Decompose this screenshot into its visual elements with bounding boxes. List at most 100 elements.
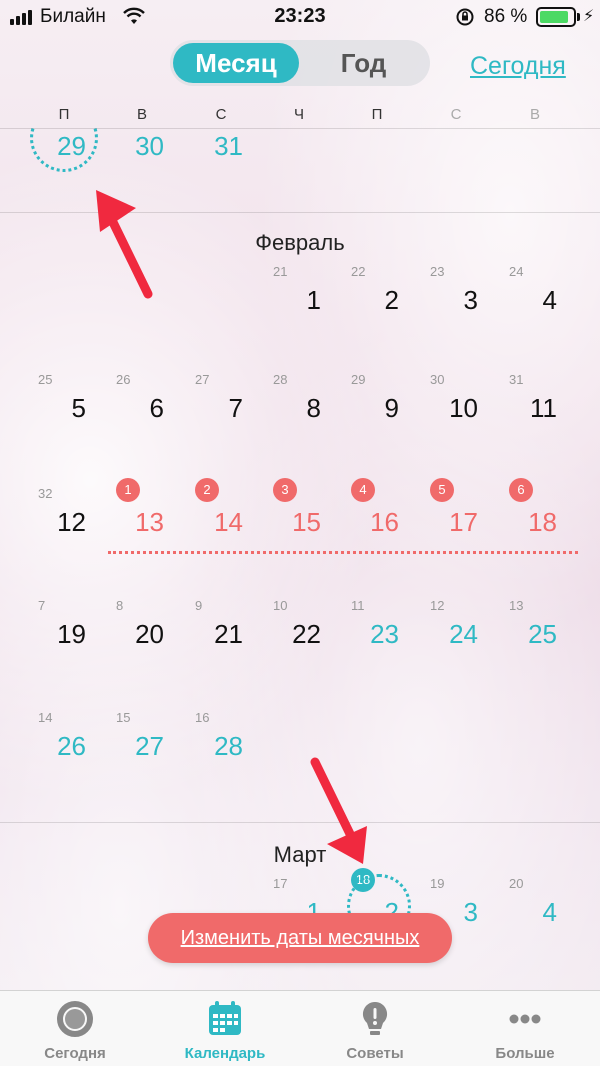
calendar-day[interactable]: 16 28 [191,708,251,768]
cycle-day-number: 20 [509,876,524,891]
day-number: 6 [149,393,164,423]
tab-tips[interactable]: Советы [300,999,450,1062]
day-number: 17 [449,507,478,537]
calendar-day[interactable]: 30 10 [426,370,486,430]
cycle-day-number: 17 [273,876,288,891]
calendar-day[interactable]: 28 8 [269,370,329,430]
calendar-day[interactable]: 3 15 [269,478,329,544]
calendar-day[interactable]: 11 23 [347,596,407,656]
calendar-day[interactable]: 27 7 [191,370,251,430]
day-number: 24 [449,619,478,649]
day-number: 15 [292,507,321,537]
calendar-day[interactable]: 24 4 [505,262,565,322]
day-number: 11 [530,393,557,423]
weekday-label: Ч [294,106,304,123]
cycle-day-number: 32 [38,486,53,501]
calendar-day[interactable]: 30 [112,108,172,168]
period-day-badge: 1 [116,478,140,502]
calendar-day[interactable]: 8 20 [112,596,172,656]
calendar-day[interactable]: 5 17 [426,478,486,544]
period-day-badge: 2 [195,478,219,502]
weekday-label: С [450,106,462,123]
day-number: 25 [528,619,557,649]
calendar-day[interactable]: 20 4 [505,874,565,934]
day-number: 4 [542,285,557,315]
day-number: 18 [528,507,557,537]
cycle-day-number: 13 [509,598,524,613]
calendar-day[interactable]: 29 9 [347,370,407,430]
calendar-day[interactable]: 25 5 [34,370,94,430]
cycle-day-number: 7 [38,598,46,613]
calendar-day[interactable]: 7 19 [34,596,94,656]
cycle-day-number: 11 [351,598,365,613]
calendar-day[interactable]: 13 25 [505,596,565,656]
day-number: 28 [214,731,243,761]
cycle-day-number: 19 [430,876,445,891]
cycle-day-number: 14 [38,710,53,725]
charging-bolt-icon: ⚡ [583,8,595,25]
day-number: 2 [384,285,399,315]
cycle-day-number: 22 [351,264,366,279]
calendar-day[interactable]: 26 6 [112,370,172,430]
day-number: 13 [135,507,164,537]
ring-icon [57,1001,93,1037]
today-link[interactable]: Сегодня [470,52,566,81]
calendar-day[interactable]: 31 11 [505,370,565,430]
day-number: 10 [449,393,478,423]
calendar-day[interactable]: 4 16 [347,478,407,544]
day-number: 26 [57,731,86,761]
calendar-day[interactable]: 10 22 [269,596,329,656]
cycle-day-number: 27 [195,372,210,387]
day-number: 16 [370,507,399,537]
segment-year[interactable]: Год [300,43,427,83]
segment-month[interactable]: Месяц [173,43,299,83]
calendar-day[interactable]: 22 2 [347,262,407,322]
day-number: 30 [135,131,164,161]
day-number: 12 [57,507,86,537]
tab-more[interactable]: Больше [450,999,600,1062]
annotation-arrow-icon [310,757,367,864]
cycle-day-number: 29 [351,372,366,387]
cycle-day-number: 28 [273,372,288,387]
calendar-day[interactable]: 12 24 [426,596,486,656]
cycle-day-number: 30 [430,372,445,387]
day-number: 31 [214,131,243,161]
rotation-lock-icon [456,8,474,26]
day-number: 5 [71,393,86,423]
day-number: 19 [57,619,86,649]
day-number: 7 [228,393,243,423]
period-day-badge: 3 [273,478,297,502]
period-day-badge: 5 [430,478,454,502]
edit-period-dates-button[interactable]: Изменить даты месячных [148,913,452,963]
calendar-day[interactable]: 31 [191,108,251,168]
calendar-day[interactable]: 6 18 [505,478,565,544]
view-segmented-control: Месяц Год [170,40,430,86]
tab-bar: Сегодня Календарь Советы Больше [0,990,600,1066]
period-dotted-line [108,551,578,554]
calendar-day[interactable]: 23 3 [426,262,486,322]
cycle-day-number: 8 [116,598,124,613]
period-day-badge: 6 [509,478,533,502]
cycle-day-number: 23 [430,264,445,279]
calendar-day[interactable]: 9 21 [191,596,251,656]
cycle-day-number: 26 [116,372,131,387]
calendar-day[interactable]: 15 27 [112,708,172,768]
period-day-badge: 4 [351,478,375,502]
cycle-day-number: 10 [273,598,288,613]
day-number: 1 [306,285,321,315]
calendar-day[interactable]: 21 1 [269,262,329,322]
tab-today[interactable]: Сегодня [0,999,150,1062]
day-number: 3 [463,897,478,927]
calendar-day[interactable]: 32 12 [34,484,94,544]
calendar-day[interactable]: 14 26 [34,708,94,768]
weekday-label: П [371,106,383,123]
calendar-day[interactable]: 1 13 [112,478,172,544]
day-number: 21 [214,619,243,649]
tab-calendar[interactable]: Календарь [150,999,300,1062]
weekday-label: В [529,106,540,123]
cycle-day-number: 12 [430,598,445,613]
cycle-day-number: 25 [38,372,53,387]
battery-percent: 86 % [484,6,528,27]
battery-icon [536,7,576,27]
calendar-day[interactable]: 2 14 [191,478,251,544]
